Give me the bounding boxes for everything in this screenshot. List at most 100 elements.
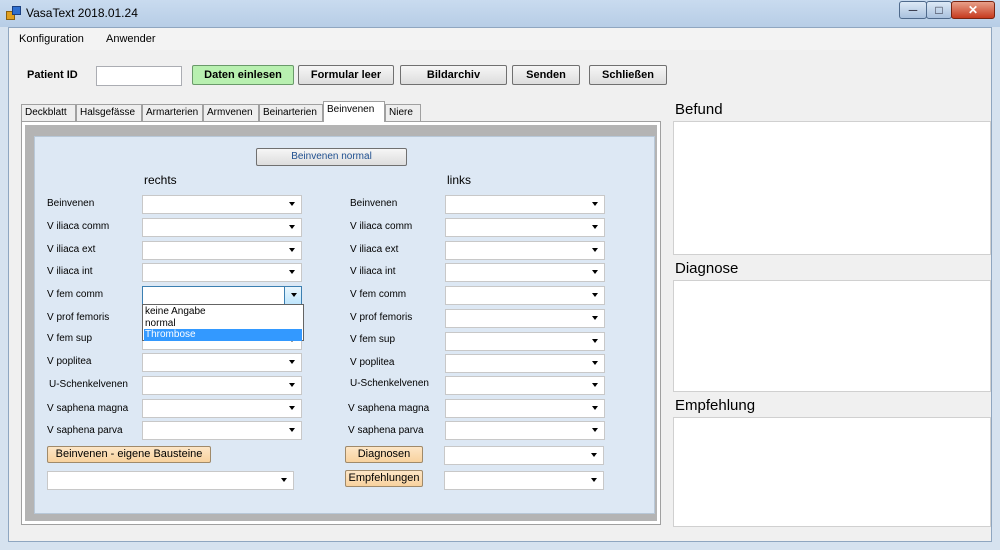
rechts-label: V prof femoris [47, 312, 110, 323]
rechts-combo[interactable] [142, 421, 302, 440]
diagnose-textbox[interactable] [673, 280, 991, 392]
tab-beinvenen[interactable]: Beinvenen [323, 101, 385, 122]
senden-button[interactable]: Senden [512, 65, 580, 85]
chevron-down-icon [289, 360, 295, 364]
links-label: V prof femoris [350, 312, 413, 323]
dropdown-button[interactable] [284, 287, 301, 304]
rechts-heading: rechts [144, 173, 177, 187]
befund-textbox[interactable] [673, 121, 991, 255]
empfehlung-textbox[interactable] [673, 417, 991, 527]
eigene-bausteine-button[interactable]: Beinvenen - eigene Bausteine [47, 446, 211, 463]
chevron-down-icon [591, 453, 597, 457]
eigene-bausteine-combo[interactable] [47, 471, 294, 490]
empfehlungen-button[interactable]: Empfehlungen [345, 470, 423, 487]
chevron-down-icon [592, 293, 598, 297]
tab-armarterien[interactable]: Armarterien [142, 104, 203, 121]
content-frame: Beinvenen normal rechts links Beinvenen … [25, 125, 657, 521]
minimize-button[interactable]: ─ [899, 1, 927, 19]
rechts-label: U-Schenkelvenen [49, 379, 128, 390]
links-combo[interactable] [445, 376, 605, 395]
formular-leer-button[interactable]: Formular leer [298, 65, 394, 85]
links-label: V fem comm [350, 289, 407, 300]
beinvenen-normal-button[interactable]: Beinvenen normal [256, 148, 407, 166]
links-label: V iliaca int [350, 266, 396, 277]
close-window-button[interactable]: ✕ [951, 1, 995, 19]
chevron-down-icon [281, 478, 287, 482]
app-icon [6, 6, 21, 20]
schliessen-button[interactable]: Schließen [589, 65, 667, 85]
beinvenen-panel: Beinvenen normal rechts links Beinvenen … [34, 136, 655, 514]
rechts-combo[interactable] [142, 399, 302, 418]
links-combo[interactable] [445, 286, 605, 305]
links-combo[interactable] [445, 218, 605, 237]
empfehlungen-combo[interactable] [444, 471, 604, 490]
links-label: V iliaca comm [350, 221, 413, 232]
rechts-combo[interactable] [142, 218, 302, 237]
patient-id-input[interactable] [96, 66, 182, 86]
tab-niere[interactable]: Niere [385, 104, 421, 121]
links-label: V iliaca ext [350, 244, 399, 255]
patient-id-label: Patient ID [27, 69, 78, 81]
chevron-down-icon [289, 383, 295, 387]
links-combo[interactable] [445, 399, 605, 418]
links-label: V fem sup [350, 334, 396, 345]
links-combo[interactable] [445, 309, 605, 328]
rechts-label: Beinvenen [47, 198, 95, 209]
chevron-down-icon [592, 202, 598, 206]
links-combo[interactable] [445, 241, 605, 260]
chevron-down-icon [289, 406, 295, 410]
menu-konfiguration[interactable]: Konfiguration [19, 33, 84, 45]
chevron-down-icon [289, 248, 295, 252]
links-combo[interactable] [445, 195, 605, 214]
chevron-down-icon [289, 428, 295, 432]
tab-armvenen[interactable]: Armvenen [203, 104, 259, 121]
diagnosen-combo[interactable] [444, 446, 604, 465]
tab-deckblatt[interactable]: Deckblatt [21, 104, 76, 121]
title-bar: VasaText 2018.01.24 ─ □ ✕ [0, 0, 1000, 27]
links-label: V saphena magna [348, 403, 430, 414]
rechts-label: V fem sup [47, 333, 93, 344]
rechts-combo[interactable] [142, 376, 302, 395]
chevron-down-icon [592, 248, 598, 252]
window-title: VasaText 2018.01.24 [26, 6, 138, 20]
chevron-down-icon [592, 406, 598, 410]
befund-title: Befund [675, 101, 723, 118]
rechts-combo[interactable] [142, 195, 302, 214]
tab-page-beinvenen: Beinvenen normal rechts links Beinvenen … [21, 121, 661, 525]
daten-einlesen-button[interactable]: Daten einlesen [192, 65, 294, 85]
diagnosen-button[interactable]: Diagnosen [345, 446, 423, 463]
links-label: Beinvenen [350, 198, 398, 209]
menu-anwender[interactable]: Anwender [106, 33, 156, 45]
dropdown-option-selected[interactable]: Thrombose [144, 329, 302, 341]
rechts-label: V poplitea [47, 356, 92, 367]
diagnose-title: Diagnose [675, 260, 739, 277]
chevron-down-icon [289, 270, 295, 274]
rechts-combo[interactable] [142, 241, 302, 260]
dropdown-option[interactable]: keine Angabe [144, 306, 302, 318]
dropdown-list: keine Angabe normal Thrombose [142, 304, 304, 341]
links-combo[interactable] [445, 263, 605, 282]
links-label: V poplitea [350, 357, 395, 368]
tab-beinarterien[interactable]: Beinarterien [259, 104, 323, 121]
rechts-label: V fem comm [47, 289, 104, 300]
app-window: VasaText 2018.01.24 ─ □ ✕ Konfiguration … [0, 0, 1000, 550]
chevron-down-icon [592, 361, 598, 365]
links-combo[interactable] [445, 354, 605, 373]
rechts-combo[interactable] [142, 353, 302, 372]
chevron-down-icon [592, 225, 598, 229]
maximize-button[interactable]: □ [926, 1, 952, 19]
rechts-combo-v-fem-comm[interactable] [142, 286, 302, 305]
chevron-down-icon [592, 270, 598, 274]
rechts-combo[interactable] [142, 263, 302, 282]
rechts-label: V saphena magna [47, 403, 129, 414]
empfehlung-title: Empfehlung [675, 397, 756, 414]
links-combo[interactable] [445, 421, 605, 440]
rechts-label: V iliaca ext [47, 244, 96, 255]
chevron-down-icon [592, 383, 598, 387]
chevron-down-icon [289, 202, 295, 206]
links-combo[interactable] [445, 332, 605, 351]
chevron-down-icon [592, 339, 598, 343]
tab-halsgefaesse[interactable]: Halsgefässe [76, 104, 142, 121]
bildarchiv-button[interactable]: Bildarchiv [400, 65, 507, 85]
client-area: Konfiguration Anwender Patient ID Daten … [8, 27, 992, 542]
